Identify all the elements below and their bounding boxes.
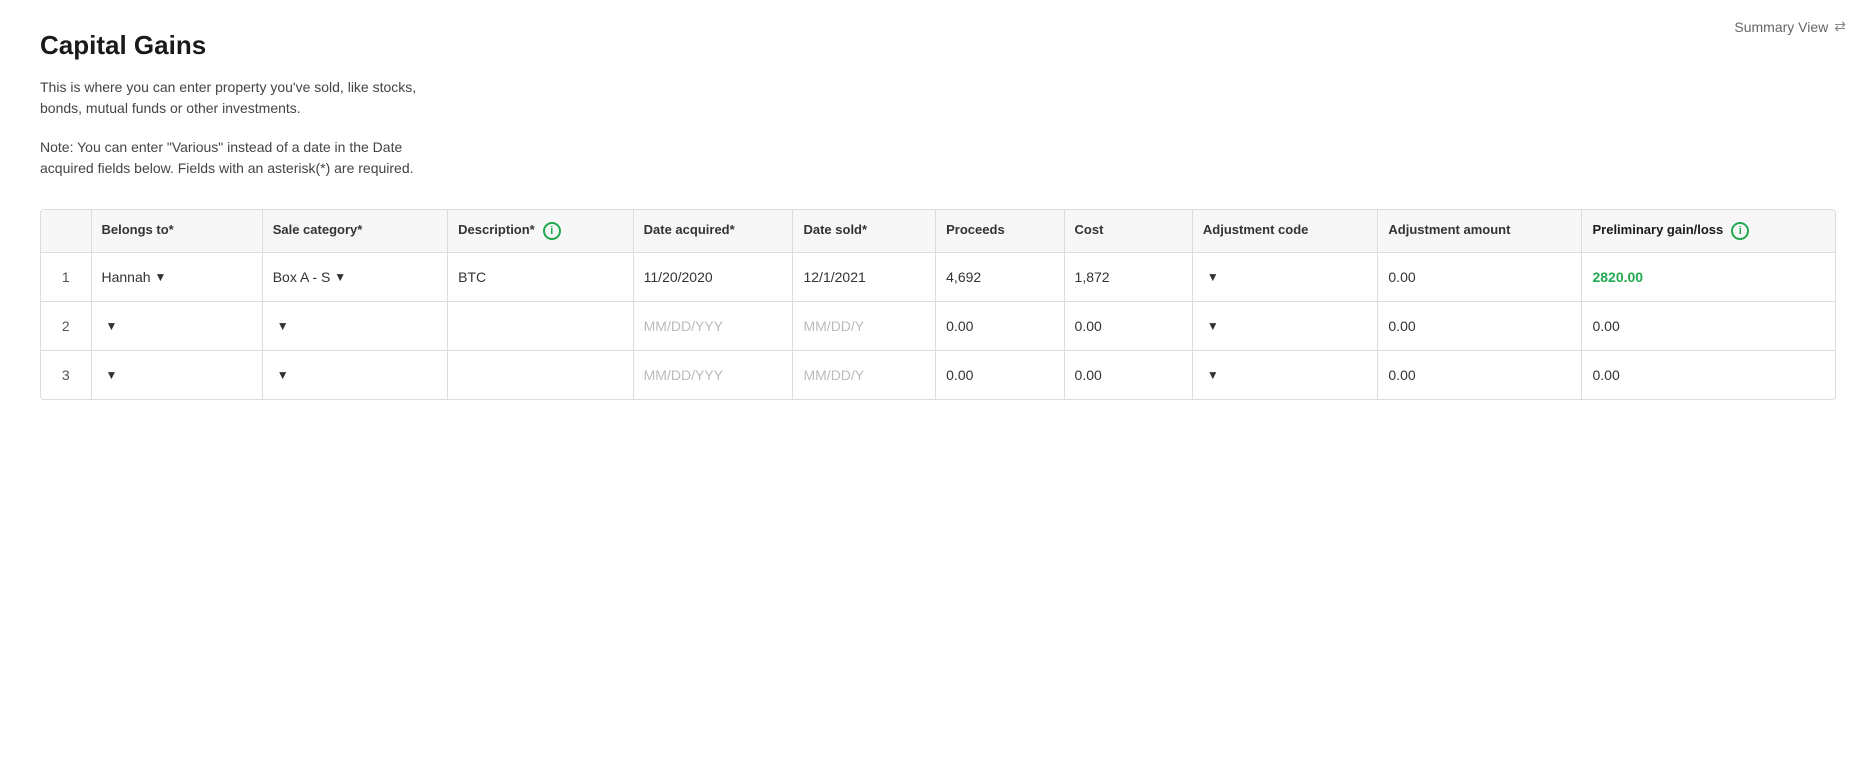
sale-category-arrow: ▼ xyxy=(334,270,346,284)
row-2-sale-category[interactable]: ▼ xyxy=(262,302,447,351)
note-line1: Note: You can enter "Various" instead of… xyxy=(40,137,1836,158)
date-acquired-placeholder: MM/DD/YYY xyxy=(644,318,723,334)
row-1-sale-category[interactable]: Box A - S▼ xyxy=(262,253,447,302)
row-2-cost[interactable]: 0.00 xyxy=(1064,302,1192,351)
row-2-adjustment-code[interactable]: ▼ xyxy=(1192,302,1377,351)
adj-code-arrow: ▼ xyxy=(1207,270,1219,284)
page-container: Summary View ⇄ Capital Gains This is whe… xyxy=(0,0,1876,760)
row-1-belongs-to[interactable]: Hannah ▼ xyxy=(91,253,262,302)
table-row: 3▼▼MM/DD/YYYMM/DD/Y0.000.00▼0.000.00 xyxy=(41,351,1835,400)
th-proceeds: Proceeds xyxy=(936,210,1064,253)
capital-gains-table: Belongs to* Sale category* Description* … xyxy=(41,210,1835,399)
note-line2: acquired fields below. Fields with an as… xyxy=(40,158,1836,179)
description-line2: bonds, mutual funds or other investments… xyxy=(40,98,1836,119)
row-1-proceeds[interactable]: 4,692 xyxy=(936,253,1064,302)
preliminary-gain-value: 2820.00 xyxy=(1592,269,1643,285)
row-3-date-acquired[interactable]: MM/DD/YYY xyxy=(633,351,793,400)
table-header-row: Belongs to* Sale category* Description* … xyxy=(41,210,1835,253)
row-3-proceeds[interactable]: 0.00 xyxy=(936,351,1064,400)
row-3-description[interactable] xyxy=(448,351,633,400)
row-3-cost[interactable]: 0.00 xyxy=(1064,351,1192,400)
description-line1: This is where you can enter property you… xyxy=(40,77,1836,98)
sale-category-arrow: ▼ xyxy=(277,319,289,333)
row-1-date-sold[interactable]: 12/1/2021 xyxy=(793,253,936,302)
row-1-adjustment-code[interactable]: ▼ xyxy=(1192,253,1377,302)
th-date-sold: Date sold* xyxy=(793,210,936,253)
preliminary-info-icon[interactable]: i xyxy=(1731,222,1749,240)
description-info-icon[interactable]: i xyxy=(543,222,561,240)
row-2-proceeds[interactable]: 0.00 xyxy=(936,302,1064,351)
adj-code-arrow: ▼ xyxy=(1207,319,1219,333)
table-row: 1Hannah▼Box A - S▼BTC11/20/202012/1/2021… xyxy=(41,253,1835,302)
row-3-date-sold[interactable]: MM/DD/Y xyxy=(793,351,936,400)
row-3-sale-category[interactable]: ▼ xyxy=(262,351,447,400)
date-sold-placeholder: MM/DD/Y xyxy=(803,318,864,334)
summary-view-label: Summary View xyxy=(1734,19,1828,35)
th-belongs-to: Belongs to* xyxy=(91,210,262,253)
sale-category-value: Box A - S xyxy=(273,269,331,285)
th-num xyxy=(41,210,91,253)
table-row: 2▼▼MM/DD/YYYMM/DD/Y0.000.00▼0.000.00 xyxy=(41,302,1835,351)
row-2-date-acquired[interactable]: MM/DD/YYY xyxy=(633,302,793,351)
th-adjustment-code: Adjustment code xyxy=(1192,210,1377,253)
row-2-belongs-to[interactable]: ▼ xyxy=(91,302,262,351)
th-sale-category: Sale category* xyxy=(262,210,447,253)
note: Note: You can enter "Various" instead of… xyxy=(40,137,1836,179)
row-2-date-sold[interactable]: MM/DD/Y xyxy=(793,302,936,351)
row-2-num: 2 xyxy=(41,302,91,351)
row-3-num: 3 xyxy=(41,351,91,400)
row-1-cost[interactable]: 1,872 xyxy=(1064,253,1192,302)
row-3-belongs-to[interactable]: ▼ xyxy=(91,351,262,400)
row-2-adjustment-amount[interactable]: 0.00 xyxy=(1378,302,1582,351)
row-1-date-acquired[interactable]: 11/20/2020 xyxy=(633,253,793,302)
belongs-to-arrow: ▼ xyxy=(106,368,118,382)
th-adjustment-amount: Adjustment amount xyxy=(1378,210,1582,253)
swap-icon: ⇄ xyxy=(1834,18,1846,35)
date-acquired-placeholder: MM/DD/YYY xyxy=(644,367,723,383)
row-2-description[interactable] xyxy=(448,302,633,351)
th-date-acquired: Date acquired* xyxy=(633,210,793,253)
row-1-description[interactable]: BTC xyxy=(448,253,633,302)
belongs-to-value: Hannah xyxy=(102,269,151,285)
row-3-adjustment-code[interactable]: ▼ xyxy=(1192,351,1377,400)
row-2-preliminary: 0.00 xyxy=(1582,302,1835,351)
description: This is where you can enter property you… xyxy=(40,77,1836,119)
belongs-to-arrow: ▼ xyxy=(106,319,118,333)
sale-category-arrow: ▼ xyxy=(277,368,289,382)
th-cost: Cost xyxy=(1064,210,1192,253)
capital-gains-table-wrapper: Belongs to* Sale category* Description* … xyxy=(40,209,1836,400)
page-title: Capital Gains xyxy=(40,30,1836,61)
th-description: Description* i xyxy=(448,210,633,253)
row-1-adjustment-amount[interactable]: 0.00 xyxy=(1378,253,1582,302)
row-3-adjustment-amount[interactable]: 0.00 xyxy=(1378,351,1582,400)
row-3-preliminary: 0.00 xyxy=(1582,351,1835,400)
belongs-to-arrow: ▼ xyxy=(155,270,167,284)
summary-view-link[interactable]: Summary View ⇄ xyxy=(1734,18,1846,35)
date-sold-placeholder: MM/DD/Y xyxy=(803,367,864,383)
th-preliminary: Preliminary gain/loss i xyxy=(1582,210,1835,253)
row-1-preliminary: 2820.00 xyxy=(1582,253,1835,302)
adj-code-arrow: ▼ xyxy=(1207,368,1219,382)
row-1-num: 1 xyxy=(41,253,91,302)
